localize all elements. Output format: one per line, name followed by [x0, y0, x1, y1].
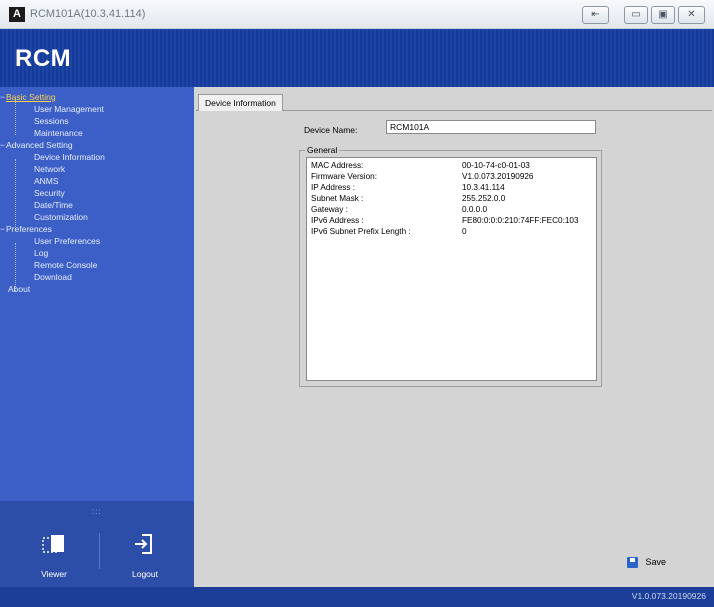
viewer-label: Viewer	[41, 569, 67, 579]
mac-address-label: MAC Address:	[311, 161, 364, 170]
tree-item-network[interactable]: Network	[34, 163, 65, 175]
window-title-bar: A RCM101A(10.3.41.114) ⇤ ▭ ▣ ✕	[0, 0, 714, 29]
save-button[interactable]: Save	[627, 557, 667, 569]
tree-item-user-preferences[interactable]: User Preferences	[34, 235, 100, 247]
subnet-mask-label: Subnet Mask :	[311, 194, 364, 203]
firmware-version-value: V1.0.073.20190926	[462, 172, 534, 181]
tree-item-sessions[interactable]: Sessions	[34, 115, 69, 127]
bottom-divider	[99, 533, 100, 569]
tree-item-log[interactable]: Log	[34, 247, 48, 259]
ip-address-label: IP Address :	[311, 183, 355, 192]
gateway-label: Gateway :	[311, 205, 348, 214]
status-bar: V1.0.073.20190926	[0, 587, 714, 607]
tree-item-anms[interactable]: ANMS	[34, 175, 59, 187]
ipv6-address-label: IPv6 Address :	[311, 216, 364, 225]
tree-item-device-information[interactable]: Device Information	[34, 151, 105, 163]
app-icon: A	[9, 7, 25, 22]
window-title: RCM101A(10.3.41.114)	[30, 8, 146, 20]
general-info-list[interactable]: MAC Address: 00-10-74-c0-01-03 Firmware …	[306, 157, 597, 381]
maximize-button[interactable]: ▣	[651, 6, 675, 24]
sidebar: −Basic Setting User Management Sessions …	[0, 87, 194, 501]
gateway-value: 0.0.0.0	[462, 205, 488, 214]
tree-group-basic-setting[interactable]: −Basic Setting	[0, 91, 56, 103]
version-text: V1.0.073.20190926	[631, 591, 706, 601]
save-icon	[627, 557, 638, 569]
ipv6-prefix-length-value: 0	[462, 227, 467, 236]
minimize-button[interactable]: ▭	[624, 6, 648, 24]
tree-item-date-time[interactable]: Date/Time	[34, 199, 73, 211]
viewer-icon	[42, 535, 64, 553]
tree-group-preferences[interactable]: −Preferences	[0, 223, 52, 235]
general-group-title: General	[305, 145, 340, 155]
tree-item-security[interactable]: Security	[34, 187, 65, 199]
device-name-label: Device Name:	[304, 125, 358, 135]
mac-address-value: 00-10-74-c0-01-03	[462, 161, 530, 170]
tree-group-advanced-setting[interactable]: −Advanced Setting	[0, 139, 73, 151]
tree-item-remote-console[interactable]: Remote Console	[34, 259, 97, 271]
tree-item-user-management[interactable]: User Management	[34, 103, 104, 115]
viewer-button[interactable]: Viewer	[24, 529, 84, 589]
logout-button[interactable]: Logout	[115, 529, 175, 589]
tree-item-about[interactable]: About	[8, 283, 30, 295]
ipv6-prefix-length-label: IPv6 Subnet Prefix Length :	[311, 227, 411, 236]
logout-label: Logout	[132, 569, 158, 579]
logout-icon	[135, 534, 152, 554]
rcm-logo: RCM	[15, 45, 72, 72]
subnet-mask-value: 255.252.0.0	[462, 194, 506, 203]
tree-item-customization[interactable]: Customization	[34, 211, 88, 223]
close-button[interactable]: ✕	[678, 6, 705, 24]
device-name-field[interactable]	[386, 120, 596, 134]
tree-item-maintenance[interactable]: Maintenance	[34, 127, 83, 139]
tab-device-information[interactable]: Device Information	[198, 94, 283, 111]
firmware-version-label: Firmware Version:	[311, 172, 377, 181]
ipv6-address-value: FE80:0:0:0:210:74FF:FEC0:103	[462, 216, 579, 225]
tree-item-download[interactable]: Download	[34, 271, 72, 283]
pin-button[interactable]: ⇤	[582, 6, 609, 24]
ip-address-value: 10.3.41.114	[462, 183, 505, 192]
splitter-grip[interactable]: :::	[92, 507, 102, 516]
save-label: Save	[645, 557, 667, 567]
app-header: RCM	[0, 29, 714, 87]
